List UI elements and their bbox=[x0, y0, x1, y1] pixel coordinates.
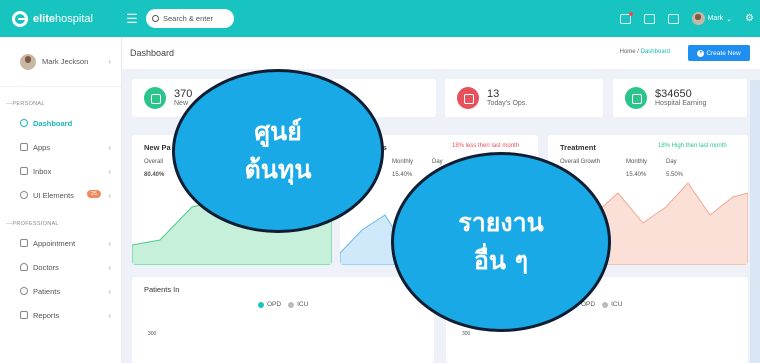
chevron-right-icon: › bbox=[108, 142, 111, 152]
logo-icon bbox=[12, 10, 28, 27]
legend-opd: OPD bbox=[267, 301, 282, 308]
brand-name-bold: elite bbox=[33, 12, 56, 25]
user-name: Mark bbox=[707, 15, 724, 22]
axis-tick: 300 bbox=[148, 331, 157, 337]
topbar-actions: Mark ⌄ ⚙ bbox=[619, 0, 754, 37]
dashboard-icon bbox=[20, 119, 28, 127]
chevron-right-icon: › bbox=[108, 166, 111, 176]
chevron-right-icon: › bbox=[108, 238, 111, 248]
search-placeholder: Search & enter bbox=[163, 14, 214, 23]
earning-icon bbox=[625, 87, 647, 109]
count-badge: 25 bbox=[86, 190, 101, 198]
profile-name: Mark Jeckson bbox=[42, 57, 89, 66]
sidebar-item-appointment[interactable]: Appointment › bbox=[0, 231, 121, 255]
chevron-right-icon: › bbox=[108, 190, 111, 200]
stat-card-ops: 13 Today's Ops. bbox=[445, 79, 603, 117]
grid-icon bbox=[20, 143, 28, 151]
chevron-right-icon: › bbox=[108, 57, 111, 66]
sidebar-item-label: UI Elements bbox=[33, 190, 74, 200]
avatar bbox=[691, 12, 705, 25]
doctor-icon bbox=[20, 263, 28, 271]
create-new-label: Create New bbox=[706, 49, 741, 57]
right-edge-decoration bbox=[750, 80, 760, 363]
fullscreen-icon[interactable] bbox=[667, 13, 679, 24]
stat-label: Today's Ops. bbox=[487, 100, 528, 107]
palette-icon bbox=[20, 191, 28, 199]
overlay-bubble-cost-center: ศูนย์ ต้นทุน bbox=[172, 69, 384, 233]
overlay-bubble-other-reports: รายงาน อื่น ๆ bbox=[391, 152, 611, 332]
page-title: Dashboard bbox=[130, 48, 175, 58]
page-header: Dashboard Home / Dashboard + Create New bbox=[122, 37, 760, 69]
gear-icon[interactable]: ⚙ bbox=[745, 13, 754, 24]
sidebar-item-dashboard[interactable]: Dashboard bbox=[0, 111, 121, 135]
legend-icu: ICU bbox=[611, 301, 623, 308]
legend-dot-icu bbox=[288, 301, 295, 308]
chevron-right-icon: › bbox=[108, 310, 111, 320]
card-title: Patients In bbox=[144, 285, 180, 294]
top-bar: elite hospital ☰ Search & enter Mark ⌄ ⚙ bbox=[0, 0, 760, 37]
reports-icon bbox=[20, 311, 28, 319]
legend-dot-opd bbox=[258, 301, 264, 308]
section-professional: --- PROFESSIONAL bbox=[6, 221, 59, 227]
sidebar-item-label: Dashboard bbox=[33, 118, 73, 128]
chart-legend: OPD ICU bbox=[258, 301, 308, 308]
brand-logo[interactable]: elite hospital bbox=[0, 0, 122, 37]
inbox-icon bbox=[20, 167, 28, 175]
hamburger-icon[interactable]: ☰ bbox=[126, 11, 142, 27]
breadcrumb-home[interactable]: Home bbox=[620, 49, 636, 55]
sidebar-item-patients[interactable]: Patients › bbox=[0, 279, 121, 303]
section-professional-label: PROFESSIONAL bbox=[12, 221, 59, 227]
section-personal: --- PERSONAL bbox=[6, 101, 45, 107]
stat-card-earning: $34650 Hospital Earning bbox=[613, 79, 747, 117]
sidebar-item-inbox[interactable]: Inbox › bbox=[0, 159, 121, 183]
search-input[interactable]: Search & enter bbox=[146, 9, 234, 28]
legend-icu: ICU bbox=[297, 301, 309, 308]
profile-avatar bbox=[20, 53, 36, 70]
axis-tick: 300 bbox=[462, 331, 471, 337]
chevron-right-icon: › bbox=[108, 286, 111, 296]
user-menu[interactable]: Mark ⌄ bbox=[691, 12, 733, 25]
plus-icon: + bbox=[697, 49, 705, 57]
legend-opd: OPD bbox=[581, 301, 596, 308]
new-patients-icon bbox=[144, 87, 166, 109]
sidebar-item-label: Apps bbox=[33, 142, 51, 152]
brand-name-light: hospital bbox=[55, 12, 93, 25]
chevron-down-icon: ⌄ bbox=[726, 15, 733, 23]
calendar-icon bbox=[20, 239, 28, 247]
sidebar-item-label: Appointment bbox=[33, 238, 76, 248]
create-new-button[interactable]: + Create New bbox=[688, 45, 750, 61]
sidebar-item-doctors[interactable]: Doctors › bbox=[0, 255, 121, 279]
search-icon bbox=[152, 15, 159, 22]
stat-value: 370 bbox=[174, 88, 193, 100]
stat-value: $34650 bbox=[655, 88, 692, 100]
sidebar: Mark Jeckson › --- PERSONAL Dashboard Ap… bbox=[0, 37, 122, 363]
sidebar-item-label: Reports bbox=[33, 310, 60, 320]
operations-icon bbox=[457, 87, 479, 109]
sidebar-item-label: Patients bbox=[33, 286, 61, 296]
sidebar-profile[interactable]: Mark Jeckson › bbox=[0, 37, 121, 87]
sidebar-item-ui-elements[interactable]: UI Elements 25 › bbox=[0, 183, 121, 207]
sidebar-item-reports[interactable]: Reports › bbox=[0, 303, 121, 327]
breadcrumb: Home / Dashboard bbox=[619, 49, 670, 55]
mail-icon[interactable] bbox=[619, 11, 633, 24]
patients-icon bbox=[20, 287, 28, 295]
notes-icon[interactable] bbox=[643, 13, 655, 24]
breadcrumb-current: Dashboard bbox=[640, 49, 670, 55]
section-personal-label: PERSONAL bbox=[12, 101, 45, 107]
legend-dot-icu bbox=[602, 301, 609, 308]
stat-value: 13 bbox=[487, 88, 500, 100]
chevron-right-icon: › bbox=[108, 262, 111, 272]
sidebar-item-apps[interactable]: Apps › bbox=[0, 135, 121, 159]
patients-in-card: Patients In OPD ICU 300 bbox=[132, 277, 434, 363]
sidebar-item-label: Inbox bbox=[33, 166, 52, 176]
stat-label: Hospital Earning bbox=[655, 100, 707, 107]
app-window: elite hospital ☰ Search & enter Mark ⌄ ⚙ … bbox=[0, 0, 760, 363]
sidebar-item-label: Doctors bbox=[33, 262, 59, 272]
